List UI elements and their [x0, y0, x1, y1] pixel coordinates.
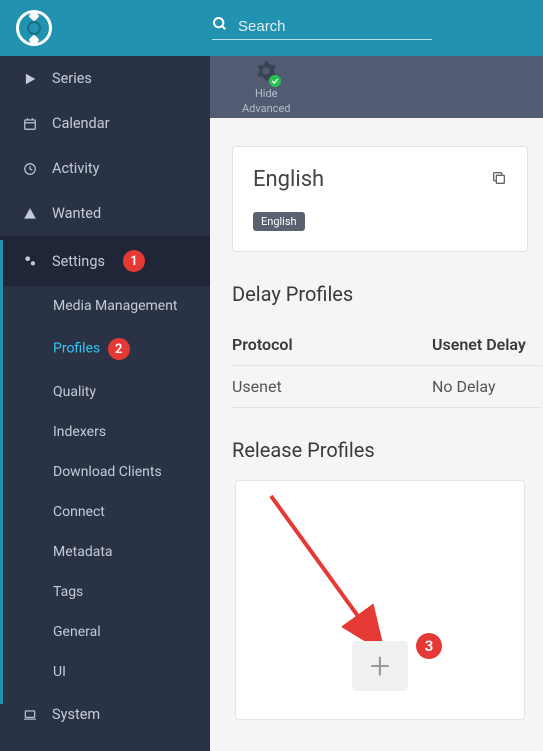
sub-quality[interactable]: Quality — [0, 372, 210, 412]
language-tag: English — [253, 212, 305, 231]
sub-download-clients[interactable]: Download Clients — [0, 452, 210, 492]
sub-tags[interactable]: Tags — [0, 572, 210, 612]
cell-protocol: Usenet — [232, 377, 432, 396]
logo-inner — [27, 21, 41, 35]
laptop-icon — [22, 708, 38, 722]
nav-label: Settings — [52, 253, 105, 270]
sidebar: Series Calendar Activity Wanted Settings — [0, 56, 210, 751]
toolbar-label-advanced: Advanced — [242, 102, 290, 115]
sub-metadata[interactable]: Metadata — [0, 532, 210, 572]
nav-series[interactable]: Series — [0, 56, 210, 101]
annotation-arrow — [266, 491, 396, 661]
content: Hide Advanced English English Delay Prof… — [210, 56, 543, 751]
sub-ui[interactable]: UI — [0, 652, 210, 692]
annotation-badge-3: 3 — [416, 633, 442, 659]
col-protocol-header: Protocol — [232, 335, 432, 354]
play-icon — [22, 72, 38, 86]
release-profiles-heading: Release Profiles — [232, 438, 543, 462]
card-header: English — [253, 167, 507, 192]
sub-connect[interactable]: Connect — [0, 492, 210, 532]
warning-icon — [22, 207, 38, 221]
sidebar-accent — [0, 240, 3, 704]
cell-delay: No Delay — [432, 377, 496, 396]
clock-icon — [22, 162, 38, 176]
clone-icon[interactable] — [491, 170, 507, 190]
delay-profiles-heading: Delay Profiles — [232, 282, 543, 306]
table-row[interactable]: Usenet No Delay — [232, 366, 542, 408]
add-release-profile-button[interactable]: + 3 — [352, 641, 408, 691]
release-profile-card: + 3 — [235, 480, 525, 720]
search-icon — [212, 16, 228, 36]
nav-activity[interactable]: Activity — [0, 146, 210, 191]
col-usenet-delay-header: Usenet Delay — [432, 335, 526, 354]
nav-label: System — [52, 706, 100, 723]
calendar-icon — [22, 117, 38, 131]
toolbar: Hide Advanced — [210, 56, 543, 118]
annotation-badge-1: 1 — [123, 250, 145, 272]
nav-label: Wanted — [52, 205, 101, 222]
nav-label: Activity — [52, 160, 99, 177]
check-icon — [269, 75, 281, 87]
toolbar-label-hide: Hide — [255, 87, 278, 100]
nav-system[interactable]: System — [0, 692, 210, 737]
nav-calendar[interactable]: Calendar — [0, 101, 210, 146]
layout: Series Calendar Activity Wanted Settings — [0, 56, 543, 751]
app-header — [0, 0, 543, 56]
search-container — [212, 16, 432, 40]
profile-title: English — [253, 167, 324, 192]
nav-wanted[interactable]: Wanted — [0, 191, 210, 236]
app-logo[interactable] — [16, 10, 52, 46]
search-input[interactable] — [238, 18, 432, 35]
sub-indexers[interactable]: Indexers — [0, 412, 210, 452]
sub-general[interactable]: General — [0, 612, 210, 652]
nav-label: Calendar — [52, 115, 110, 132]
sub-label: Profiles — [53, 341, 100, 357]
sub-media-management[interactable]: Media Management — [0, 286, 210, 326]
annotation-badge-2: 2 — [108, 338, 130, 360]
profile-card[interactable]: English English — [232, 146, 528, 252]
nav-label: Series — [52, 70, 92, 87]
hide-advanced-toggle[interactable]: Hide Advanced — [242, 60, 290, 115]
gear-icon — [255, 60, 277, 85]
plus-icon: + — [370, 648, 390, 684]
nav-settings[interactable]: Settings 1 — [0, 236, 210, 286]
table-header-row: Protocol Usenet Delay — [232, 324, 542, 366]
delay-profiles-table: Protocol Usenet Delay Usenet No Delay — [232, 324, 542, 408]
sub-profiles[interactable]: Profiles 2 — [0, 326, 210, 372]
cogs-icon — [22, 254, 38, 268]
